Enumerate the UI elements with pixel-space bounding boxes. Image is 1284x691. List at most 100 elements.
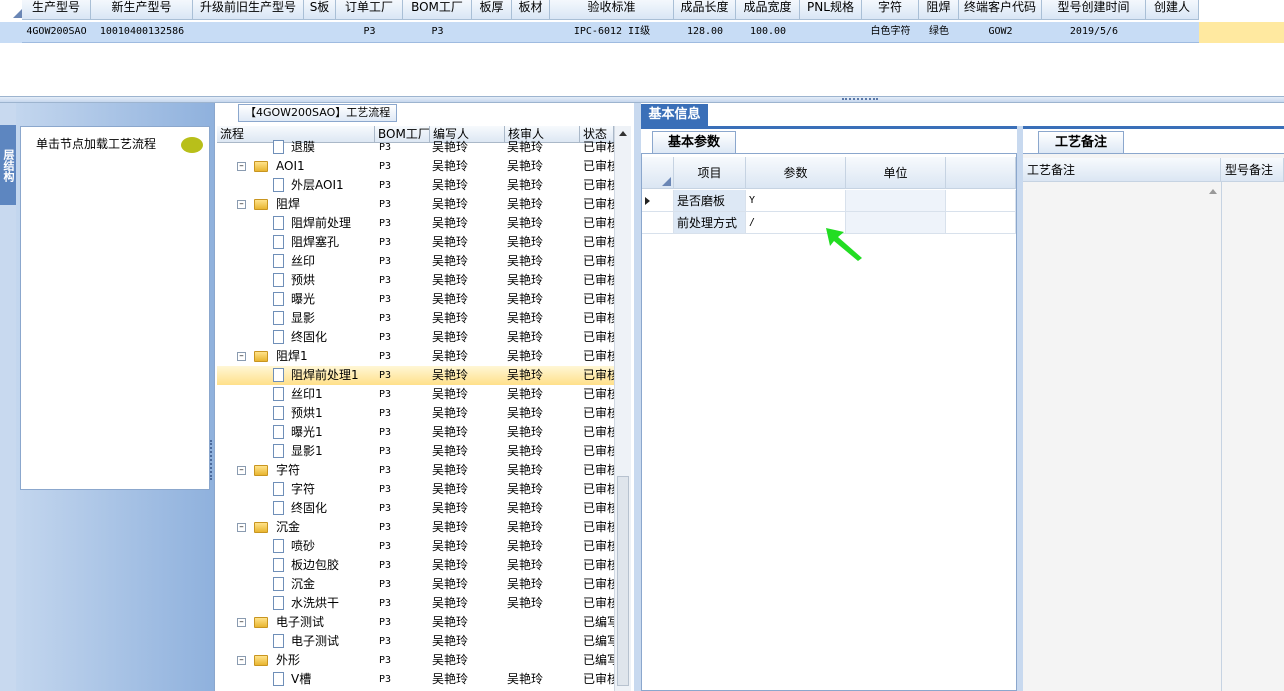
column-header[interactable]: 终端客户代码: [959, 0, 1042, 20]
column-header[interactable]: 新生产型号: [91, 0, 193, 20]
reviewer: [507, 613, 577, 632]
tree-row[interactable]: – AOI1 P3 吴艳玲 吴艳玲 已审核: [217, 157, 614, 176]
tree-row[interactable]: 水洗烘干 P3 吴艳玲 吴艳玲 已审核: [217, 594, 614, 613]
param-column-header[interactable]: 项目: [674, 157, 746, 189]
collapse-icon[interactable]: –: [237, 618, 246, 627]
tab-layer-structure[interactable]: 层结构: [0, 125, 16, 205]
grid-cell[interactable]: [512, 22, 550, 42]
tree-row[interactable]: – 沉金 P3 吴艳玲 吴艳玲 已审核: [217, 518, 614, 537]
grid-cell[interactable]: 绿色: [919, 22, 959, 42]
grid-cell[interactable]: 10010400132586: [91, 22, 193, 42]
tab-basic-info[interactable]: 基本信息: [641, 104, 708, 126]
notes-column-header[interactable]: 型号备注: [1221, 158, 1284, 182]
notes-scroll-up-icon[interactable]: [1209, 189, 1217, 194]
grid-cell[interactable]: [1146, 22, 1199, 42]
tree-row[interactable]: 预烘 P3 吴艳玲 吴艳玲 已审核: [217, 271, 614, 290]
tree-row[interactable]: 显影 P3 吴艳玲 吴艳玲 已审核: [217, 309, 614, 328]
tree-row[interactable]: 喷砂 P3 吴艳玲 吴艳玲 已审核: [217, 537, 614, 556]
tree-row[interactable]: 板边包胶 P3 吴艳玲 吴艳玲 已审核: [217, 556, 614, 575]
column-header[interactable]: 型号创建时间: [1042, 0, 1146, 20]
param-unit[interactable]: [846, 190, 946, 212]
column-header[interactable]: 成品长度: [674, 0, 736, 20]
tree-row[interactable]: 退膜 P3 吴艳玲 吴艳玲 已审核: [217, 138, 614, 157]
notes-column-header[interactable]: 工艺备注: [1023, 158, 1221, 182]
tree-row[interactable]: – 阻焊1 P3 吴艳玲 吴艳玲 已审核: [217, 347, 614, 366]
param-column-header[interactable]: 参数: [746, 157, 846, 189]
tree-row[interactable]: 沉金 P3 吴艳玲 吴艳玲 已审核: [217, 575, 614, 594]
param-item[interactable]: 是否磨板: [674, 190, 746, 212]
status: 已编写: [583, 634, 614, 648]
collapse-icon[interactable]: –: [237, 200, 246, 209]
grid-cell[interactable]: 100.00: [736, 22, 800, 42]
grid-cell[interactable]: GOW2: [959, 22, 1042, 42]
grid-cell[interactable]: IPC-6012 II级: [550, 22, 674, 42]
tree-row[interactable]: 电子测试 P3 吴艳玲 已编写: [217, 632, 614, 651]
tree-row[interactable]: – 电子测试 P3 吴艳玲 已编写: [217, 613, 614, 632]
collapse-icon[interactable]: –: [237, 352, 246, 361]
grid-cell[interactable]: [800, 22, 862, 42]
collapse-icon[interactable]: –: [237, 523, 246, 532]
tree-row[interactable]: 丝印 P3 吴艳玲 吴艳玲 已审核: [217, 252, 614, 271]
grid-cell[interactable]: P3: [403, 22, 472, 42]
collapse-icon[interactable]: –: [237, 466, 246, 475]
column-header[interactable]: 创建人: [1146, 0, 1199, 20]
tree-row[interactable]: 预烘1 P3 吴艳玲 吴艳玲 已审核: [217, 404, 614, 423]
tree-scrollbar[interactable]: [614, 126, 631, 691]
tab-process-notes[interactable]: 工艺备注: [1038, 131, 1124, 153]
tree-row[interactable]: – 阻焊 P3 吴艳玲 吴艳玲 已审核: [217, 195, 614, 214]
tree-row[interactable]: – 字符 P3 吴艳玲 吴艳玲 已审核: [217, 461, 614, 480]
tree-row[interactable]: 终固化 P3 吴艳玲 吴艳玲 已审核: [217, 499, 614, 518]
param-column-header[interactable]: 单位: [846, 157, 946, 189]
scroll-up-arrow-icon[interactable]: [619, 131, 627, 136]
reviewer: 吴艳玲: [507, 558, 544, 572]
tree-row[interactable]: 显影1 P3 吴艳玲 吴艳玲 已审核: [217, 442, 614, 461]
row-indicator[interactable]: [642, 212, 674, 234]
column-header[interactable]: 板厚: [472, 0, 512, 20]
grid-cell[interactable]: 2019/5/6: [1042, 22, 1146, 42]
collapse-icon[interactable]: –: [237, 162, 246, 171]
layer-tree-box[interactable]: 单击节点加载工艺流程: [20, 126, 210, 490]
tree-row[interactable]: 外层AOI1 P3 吴艳玲 吴艳玲 已审核: [217, 176, 614, 195]
grid-cell[interactable]: [193, 22, 304, 42]
horizontal-splitter[interactable]: [0, 96, 1284, 103]
collapse-icon[interactable]: –: [237, 656, 246, 665]
scroll-thumb[interactable]: [617, 476, 629, 686]
tree-row[interactable]: 阻焊前处理1 P3 吴艳玲 吴艳玲 已审核: [217, 366, 614, 385]
param-item[interactable]: 前处理方式: [674, 212, 746, 234]
tree-row[interactable]: 字符 P3 吴艳玲 吴艳玲 已审核: [217, 480, 614, 499]
grid-cell[interactable]: P3: [336, 22, 403, 42]
grid-cell[interactable]: 4GOW200SAO: [22, 22, 91, 42]
tree-row[interactable]: V槽 P3 吴艳玲 吴艳玲 已审核: [217, 670, 614, 689]
column-header[interactable]: BOM工厂: [403, 0, 472, 20]
writer: 吴艳玲: [432, 406, 469, 420]
column-header[interactable]: 验收标准: [550, 0, 674, 20]
grid-cell[interactable]: [304, 22, 336, 42]
row-indicator[interactable]: [642, 190, 674, 212]
reviewer: 吴艳玲: [507, 197, 544, 211]
grid-cell[interactable]: 白色字符: [862, 22, 919, 42]
column-header[interactable]: 板材: [512, 0, 550, 20]
vertical-splitter[interactable]: [634, 103, 641, 691]
param-param[interactable]: Y: [746, 190, 846, 212]
tab-basic-params[interactable]: 基本参数: [652, 131, 736, 153]
column-header[interactable]: PNL规格: [800, 0, 862, 20]
tree-row[interactable]: 阻焊前处理 P3 吴艳玲 吴艳玲 已审核: [217, 214, 614, 233]
tree-row[interactable]: 丝印1 P3 吴艳玲 吴艳玲 已审核: [217, 385, 614, 404]
tree-row[interactable]: 曝光 P3 吴艳玲 吴艳玲 已审核: [217, 290, 614, 309]
column-header[interactable]: 成品宽度: [736, 0, 800, 20]
column-header[interactable]: 生产型号: [22, 0, 91, 20]
splitter-grip[interactable]: [842, 98, 878, 101]
tree-row[interactable]: – 外形 P3 吴艳玲 已编写: [217, 651, 614, 670]
tree-row[interactable]: 曝光1 P3 吴艳玲 吴艳玲 已审核: [217, 423, 614, 442]
folder-icon: [254, 199, 268, 210]
step-name: 阻焊1: [276, 349, 308, 363]
grid-cell[interactable]: 128.00: [674, 22, 736, 42]
grid-cell[interactable]: [472, 22, 512, 42]
column-header[interactable]: 字符: [862, 0, 919, 20]
column-header[interactable]: S板: [304, 0, 336, 20]
column-header[interactable]: 阻焊: [919, 0, 959, 20]
tree-row[interactable]: 阻焊塞孔 P3 吴艳玲 吴艳玲 已审核: [217, 233, 614, 252]
column-header[interactable]: 升级前旧生产型号: [193, 0, 304, 20]
column-header[interactable]: 订单工厂: [336, 0, 403, 20]
tree-row[interactable]: 终固化 P3 吴艳玲 吴艳玲 已审核: [217, 328, 614, 347]
